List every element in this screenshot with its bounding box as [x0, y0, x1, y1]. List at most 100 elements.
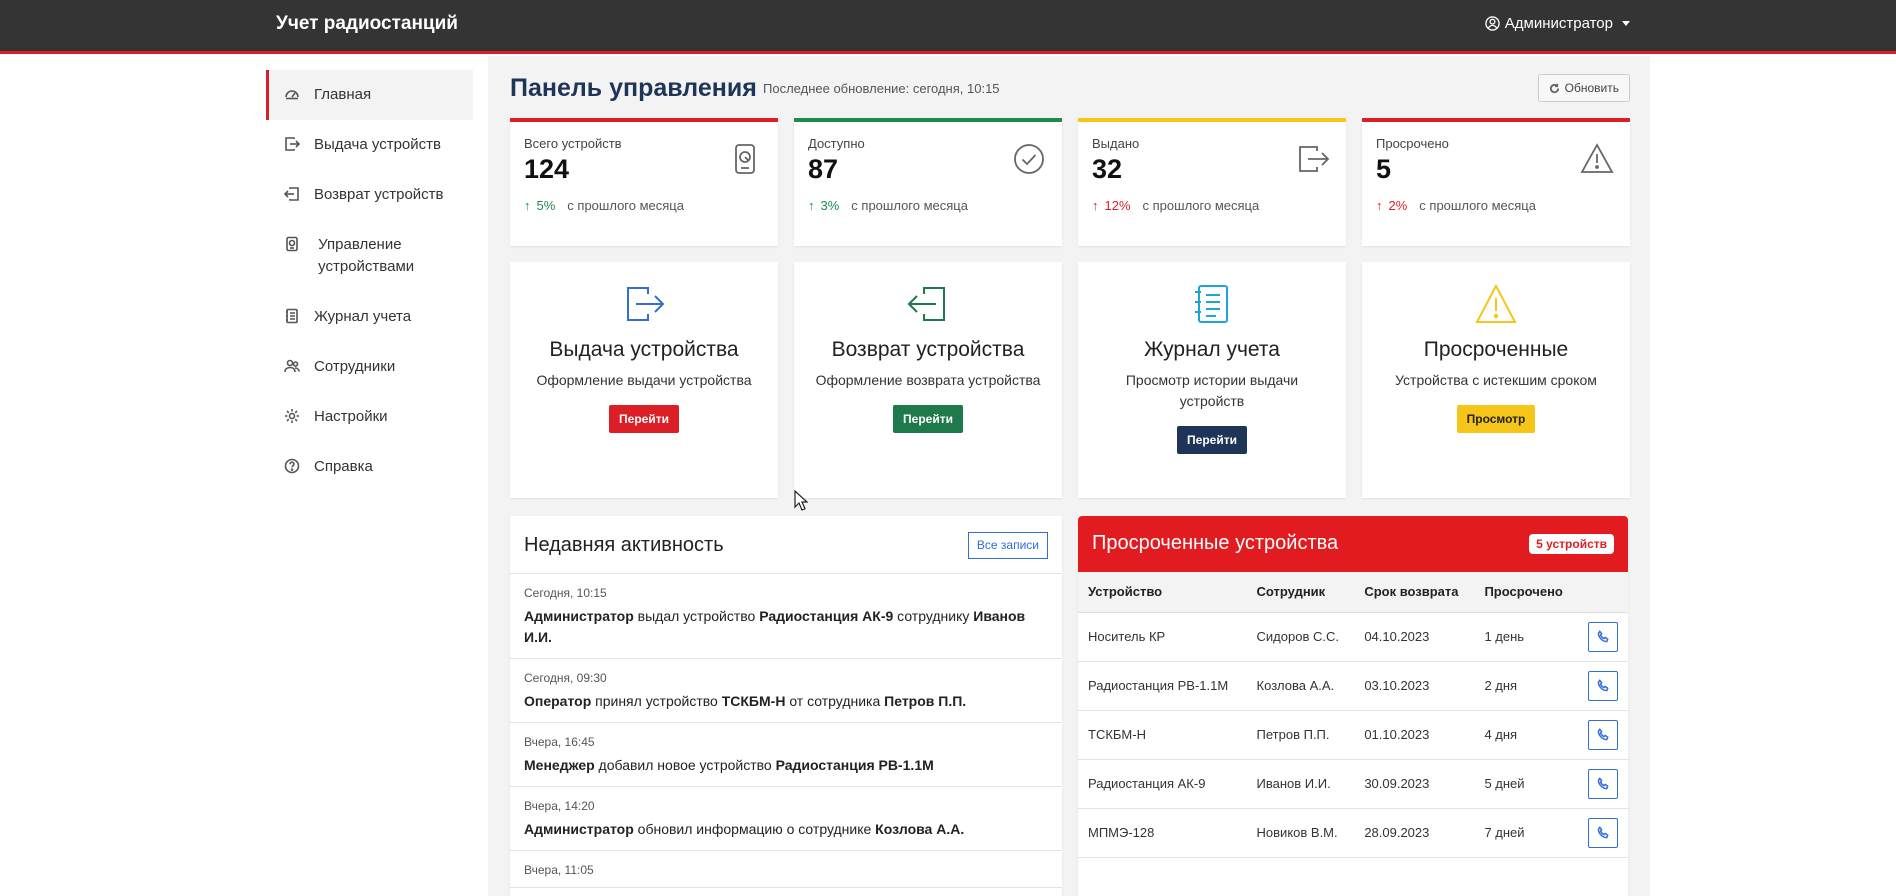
stat-value: 124	[524, 154, 570, 184]
device-icon	[728, 142, 762, 176]
table-row: Радиостанция АК-9 Иванов И.И. 30.09.2023 5 …	[1078, 759, 1628, 809]
call-button[interactable]	[1588, 670, 1618, 701]
journal-go-button[interactable]: Перейти	[1177, 426, 1247, 454]
overdue-table: Устройство Сотрудник Срок возврата Проср…	[1078, 572, 1628, 858]
stat-card-total: Всего устройств 124 ↑ 5% с прошлого меся…	[510, 118, 778, 246]
sidebar-item-help[interactable]: Справка	[266, 442, 473, 492]
refresh-icon	[1549, 83, 1559, 93]
stat-label: Выдано	[1092, 136, 1140, 151]
arrow-up-icon: ↑	[808, 198, 815, 213]
action-card-overdue: Просроченные Устройства с истекшим сроко…	[1362, 262, 1630, 498]
table-cell: Новиков В.М.	[1246, 808, 1355, 858]
call-button[interactable]	[1588, 621, 1618, 652]
table-cell: Сидоров С.С.	[1246, 612, 1355, 662]
arrow-up-icon: ↑	[1092, 198, 1099, 213]
activity-text: Администратор выдал устройство Радиостан…	[524, 606, 1048, 648]
table-cell: 28.09.2023	[1354, 808, 1475, 858]
activity-text: Администратор обновил информацию о сотру…	[524, 819, 1048, 840]
sidebar-item-staff[interactable]: Сотрудники	[266, 342, 473, 392]
sidebar-item-settings[interactable]: Настройки	[266, 392, 473, 442]
sidebar-item-devices[interactable]: Управление устройствами	[266, 220, 473, 292]
phone-icon	[1597, 630, 1609, 643]
sidebar-item-home[interactable]: Главная	[266, 70, 473, 120]
overdue-count-badge: 5 устройств	[1529, 534, 1614, 554]
stat-delta-note: с прошлого месяца	[567, 198, 684, 213]
activity-entity: ТСКБМ-Н	[721, 693, 786, 709]
table-cell-action	[1578, 759, 1628, 809]
column-header: Сотрудник	[1246, 572, 1355, 613]
user-name: Администратор	[1504, 15, 1613, 32]
journal-icon	[284, 308, 302, 326]
sidebar-item-label: Справка	[314, 458, 373, 475]
navbar: Учет радиостанций Администратор	[0, 0, 1896, 54]
stat-delta: ↑ 5% с прошлого месяца	[524, 198, 684, 213]
action-desc: Просмотр истории выдачи устройств	[1125, 372, 1299, 409]
column-header-actions	[1578, 572, 1628, 613]
activity-entity: Менеджер	[524, 757, 595, 773]
refresh-button[interactable]: Обновить	[1537, 74, 1630, 102]
activity-verb: принял устройство	[591, 693, 722, 709]
activity-item: Сегодня, 09:30 Оператор принял устройство…	[510, 659, 1062, 723]
phone-icon	[1597, 826, 1609, 839]
call-button[interactable]	[1588, 719, 1618, 750]
stat-delta-percent: 2%	[1388, 198, 1408, 213]
user-menu-dropdown[interactable]: Администратор	[1485, 15, 1630, 32]
action-title: Выдача устройства	[549, 338, 739, 361]
table-row: МПМЭ-128 Новиков В.М. 28.09.2023 7 дней	[1078, 808, 1628, 858]
table-cell-action	[1578, 808, 1628, 858]
stat-card-issued: Выдано 32 ↑ 12% с прошлого месяца	[1078, 118, 1346, 246]
activity-entity: Администратор	[524, 821, 634, 837]
sidebar-item-return[interactable]: Возврат устройств	[266, 170, 473, 220]
activity-verb: обновил информацию о сотруднике	[633, 821, 876, 837]
call-button[interactable]	[1588, 768, 1618, 799]
action-card-return: Возврат устройства Оформление возврата у…	[794, 262, 1062, 498]
stat-value: 32	[1092, 154, 1123, 184]
gear-icon	[284, 408, 302, 426]
brand-title[interactable]: Учет радиостанций	[276, 13, 458, 35]
table-row: Радиостанция РВ-1.1М Козлова А.А. 03.10.20…	[1078, 661, 1628, 711]
people-icon	[284, 358, 302, 376]
activity-item: Вчера, 11:05	[510, 851, 1062, 888]
stat-card-overdue: Просрочено 5 ↑ 2% с прошлого месяца	[1362, 118, 1630, 246]
table-cell: Радиостанция АК-9	[1078, 759, 1247, 809]
activity-item: Сегодня, 10:15 Администратор выдал устрой…	[510, 574, 1062, 659]
question-circle-icon	[284, 458, 302, 476]
sidebar-item-issue[interactable]: Выдача устройств	[266, 120, 473, 170]
warning-icon	[1580, 142, 1614, 176]
activity-verb: выдал устройство	[633, 608, 760, 624]
overdue-view-button[interactable]: Просмотр	[1456, 405, 1536, 433]
stat-value: 87	[808, 154, 839, 184]
stat-delta-note: с прошлого месяца	[1142, 198, 1260, 213]
issue-go-button[interactable]: Перейти	[609, 405, 679, 433]
table-cell-action	[1578, 710, 1628, 760]
page-title: Панель управления	[510, 74, 757, 102]
stat-label: Всего устройств	[524, 136, 622, 151]
overdue-header: Просроченные устройства 5 устройств	[1078, 516, 1628, 572]
action-title: Возврат устройства	[831, 338, 1025, 361]
table-cell: 4 дня	[1474, 710, 1578, 760]
all-records-button[interactable]: Все записи	[967, 532, 1048, 559]
table-cell: ТСКБМ-Н	[1078, 710, 1247, 760]
table-cell: МПМЭ-128	[1078, 808, 1247, 858]
sidebar-item-label: Сотрудники	[314, 358, 396, 375]
column-header: Просрочено	[1474, 572, 1578, 613]
call-button[interactable]	[1588, 817, 1618, 848]
sidebar: Главная Выдача устройств Возврат устройс…	[266, 70, 473, 492]
activity-title: Недавняя активность	[524, 534, 724, 556]
action-desc: Оформление возврата устройства	[815, 372, 1041, 388]
recent-activity-panel: Недавняя активность Все записи Сегодня, …	[510, 516, 1062, 896]
box-arrow-right-icon	[622, 282, 666, 326]
action-title: Журнал учета	[1144, 338, 1280, 361]
activity-item: Вчера, 16:45 Менеджер добавил новое устро…	[510, 723, 1062, 787]
activity-entity: Оператор	[524, 693, 592, 709]
sidebar-item-label: Настройки	[314, 408, 388, 425]
activity-entity: Радиостанция АК-9	[759, 608, 894, 624]
sidebar-item-label: Главная	[314, 86, 372, 103]
phone-icon	[1597, 777, 1609, 790]
stat-label: Доступно	[808, 136, 865, 151]
return-go-button[interactable]: Перейти	[893, 405, 963, 433]
activity-time: Вчера, 11:05	[524, 863, 594, 877]
activity-time: Сегодня, 09:30	[524, 671, 607, 685]
sidebar-item-journal[interactable]: Журнал учета	[266, 292, 473, 342]
activity-item: Вчера, 14:20 Администратор обновил информ…	[510, 787, 1062, 851]
